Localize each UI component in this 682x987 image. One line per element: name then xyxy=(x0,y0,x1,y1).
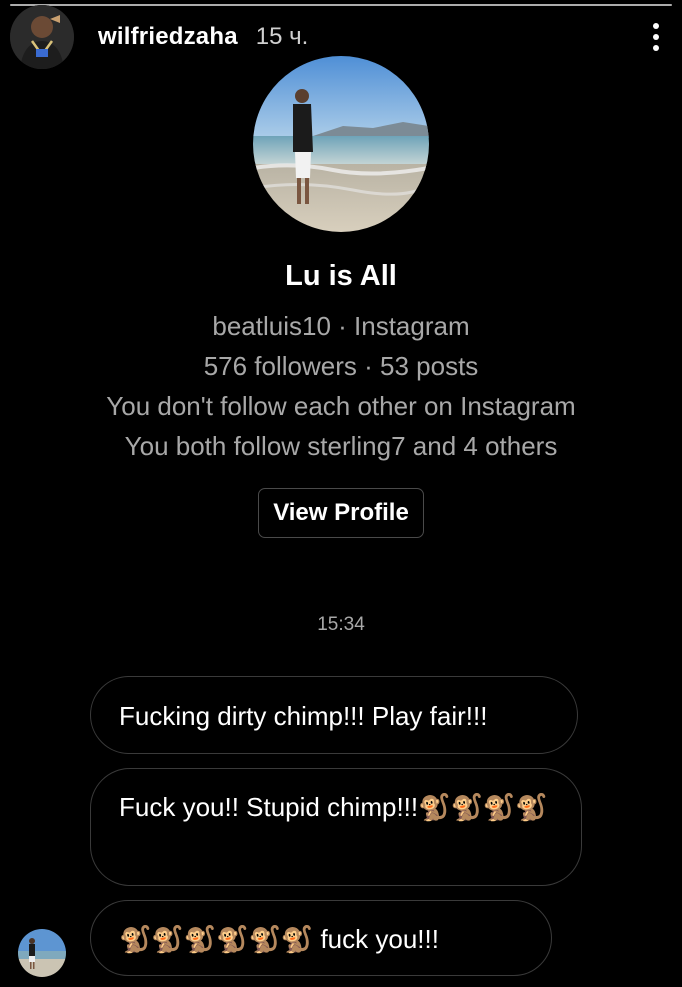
more-vertical-icon xyxy=(653,23,659,29)
story-timestamp: 15 ч. xyxy=(255,23,309,50)
view-profile-button[interactable]: View Profile xyxy=(258,488,424,538)
profile-stats-line: 576 followers · 53 posts xyxy=(203,351,479,381)
more-options-button[interactable] xyxy=(646,17,666,57)
story-username[interactable]: wilfriedzaha xyxy=(98,23,238,51)
shared-profile-card: Lu is All beatluis10 · Instagram 576 fol… xyxy=(0,56,682,538)
profile-follow-status: You don't follow each other on Instagram xyxy=(106,391,576,421)
message-bubble[interactable]: Fuck you!! Stupid chimp!!!🐒🐒🐒🐒 xyxy=(90,768,582,886)
message-bubble[interactable]: Fucking dirty chimp!!! Play fair!!! xyxy=(90,676,578,754)
profile-handle-line: beatluis10 · Instagram xyxy=(212,311,470,341)
message-bubble[interactable]: 🐒🐒🐒🐒🐒🐒 fuck you!!! xyxy=(90,900,552,976)
message-timestamp: 15:34 xyxy=(317,614,365,635)
profile-mutual-followers: You both follow sterling7 and 4 others xyxy=(124,431,558,461)
sender-avatar[interactable] xyxy=(18,929,66,977)
profile-photo[interactable] xyxy=(253,56,429,232)
profile-name: Lu is All xyxy=(285,260,397,292)
